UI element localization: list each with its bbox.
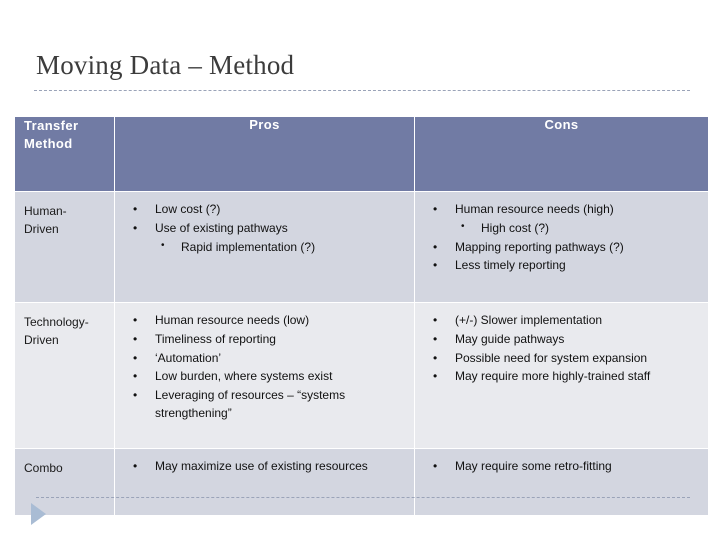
- list-item: May maximize use of existing resources: [119, 458, 408, 476]
- method-label-line1: Combo: [24, 461, 63, 475]
- cons-list: May require some retro-fitting: [419, 458, 702, 476]
- list-item: Leveraging of resources – “systems stren…: [119, 387, 408, 423]
- list-item: Use of existing pathways: [119, 220, 408, 238]
- list-item: May require some retro-fitting: [419, 458, 702, 476]
- table-header: Transfer Method Pros Cons: [14, 116, 709, 192]
- cell-pros: May maximize use of existing resources: [114, 448, 415, 516]
- title-divider: [34, 90, 690, 91]
- page-title: Moving Data – Method: [36, 50, 295, 80]
- pros-list: May maximize use of existing resources: [119, 458, 408, 476]
- cell-cons: May require some retro-fitting: [414, 448, 709, 516]
- list-item: Rapid implementation (?): [119, 239, 408, 257]
- list-item: Less timely reporting: [419, 257, 702, 275]
- list-item: May require more highly-trained staff: [419, 368, 702, 386]
- pros-list: Low cost (?) Use of existing pathways Ra…: [119, 201, 408, 256]
- list-item: Human resource needs (high): [419, 201, 702, 219]
- table-header-row: Transfer Method Pros Cons: [14, 116, 709, 192]
- play-triangle-icon: [31, 503, 46, 525]
- method-label-line1: Human-: [24, 204, 67, 218]
- column-header-cons: Cons: [414, 116, 709, 192]
- table-row: Technology- Driven Human resource needs …: [14, 302, 709, 449]
- list-item: ‘Automation’: [119, 350, 408, 368]
- column-header-method-line2: Method: [24, 135, 73, 151]
- list-item: Possible need for system expansion: [419, 350, 702, 368]
- cell-method: Combo: [14, 448, 115, 516]
- column-header-method: Transfer Method: [14, 116, 115, 192]
- list-item: Mapping reporting pathways (?): [419, 239, 702, 257]
- list-item: Human resource needs (low): [119, 312, 408, 330]
- method-label-line1: Technology-: [24, 315, 89, 329]
- cell-pros: Human resource needs (low) Timeliness of…: [114, 302, 415, 449]
- column-header-method-line1: Transfer: [24, 118, 79, 133]
- pros-list: Human resource needs (low) Timeliness of…: [119, 312, 408, 423]
- list-item: May guide pathways: [419, 331, 702, 349]
- list-item: Timeliness of reporting: [119, 331, 408, 349]
- method-label-line2: Driven: [24, 222, 59, 236]
- column-header-pros: Pros: [114, 116, 415, 192]
- cons-list: (+/-) Slower implementation May guide pa…: [419, 312, 702, 386]
- footer-divider: [36, 497, 690, 498]
- cell-cons: (+/-) Slower implementation May guide pa…: [414, 302, 709, 449]
- cell-cons: Human resource needs (high) High cost (?…: [414, 191, 709, 303]
- method-label-line2: Driven: [24, 333, 59, 347]
- list-item: Low burden, where systems exist: [119, 368, 408, 386]
- table-row: Human- Driven Low cost (?) Use of existi…: [14, 191, 709, 303]
- cell-method: Human- Driven: [14, 191, 115, 303]
- table-body: Human- Driven Low cost (?) Use of existi…: [14, 191, 709, 516]
- list-item: (+/-) Slower implementation: [419, 312, 702, 330]
- cons-list: Human resource needs (high) High cost (?…: [419, 201, 702, 275]
- cell-method: Technology- Driven: [14, 302, 115, 449]
- cell-pros: Low cost (?) Use of existing pathways Ra…: [114, 191, 415, 303]
- list-item: Low cost (?): [119, 201, 408, 219]
- table-row: Combo May maximize use of existing resou…: [14, 448, 709, 516]
- transfer-method-table: Transfer Method Pros Cons Human- Driven …: [14, 116, 709, 516]
- list-item: High cost (?): [419, 220, 702, 238]
